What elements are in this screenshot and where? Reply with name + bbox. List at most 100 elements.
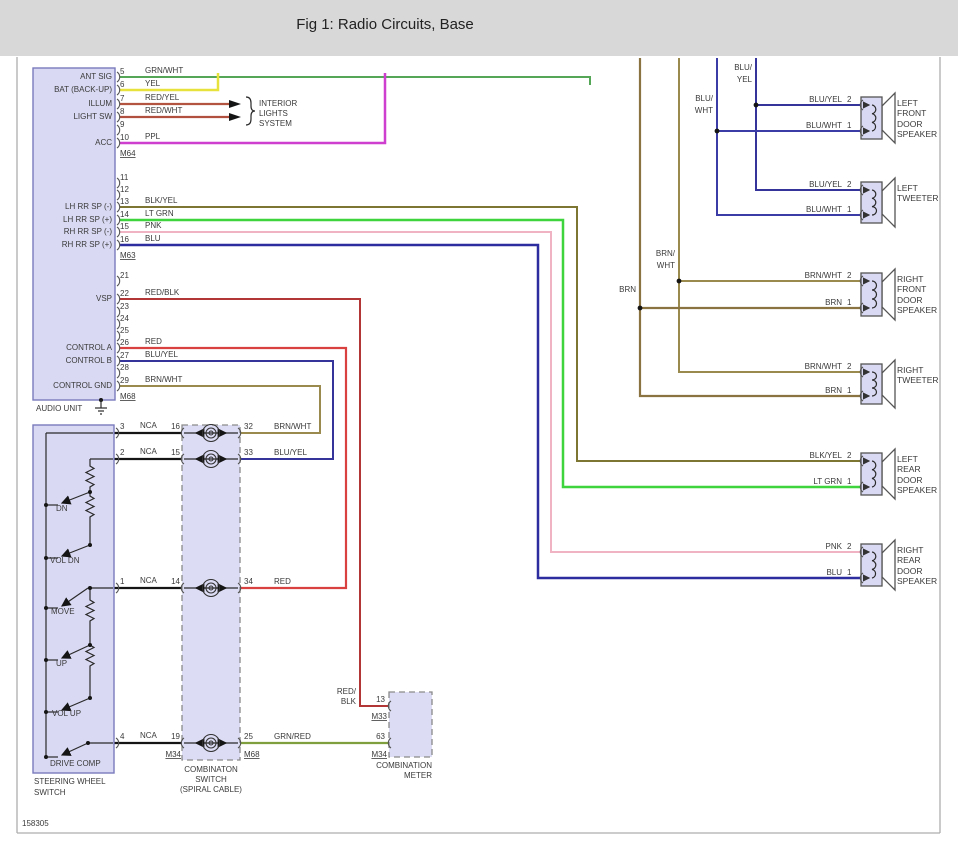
pin-number: 19	[171, 732, 180, 741]
pin-number: 14	[171, 577, 180, 586]
junction-dot	[753, 102, 759, 108]
pin-name: ANT SIG	[80, 72, 112, 81]
pin-number: 1	[847, 477, 852, 486]
pin-number: 2	[847, 95, 852, 104]
wire-label: BRN/WHT	[805, 271, 842, 280]
pin-number: 13	[120, 197, 129, 206]
pin-number: 2	[847, 180, 852, 189]
speaker-name: LEFT	[897, 454, 918, 464]
connector-id-m34: M34	[371, 750, 387, 759]
speaker-name: DOOR	[897, 566, 923, 576]
wire-label: RED/	[337, 687, 357, 696]
wire-label: LT GRN	[813, 477, 842, 486]
speaker-name: RIGHT	[897, 274, 923, 284]
speaker-name: LEFT	[897, 183, 918, 193]
wire-label: BLK/YEL	[145, 196, 178, 205]
wire-label: NCA	[140, 447, 158, 456]
pin-number: 2	[847, 451, 852, 460]
figure-number: 158305	[22, 819, 49, 828]
pin-number: 7	[120, 94, 125, 103]
speaker-name: SPEAKER	[897, 129, 937, 139]
speaker-name: DOOR	[897, 119, 923, 129]
pin-name: LIGHT SW	[73, 112, 112, 121]
pin-number: 1	[847, 205, 852, 214]
wire-label: PPL	[145, 132, 161, 141]
wire-label: BLK	[341, 697, 357, 706]
pin-number: 27	[120, 351, 129, 360]
connector-id-m63: M63	[120, 251, 136, 260]
wire-label: BLU/WHT	[806, 205, 842, 214]
speaker-name: SPEAKER	[897, 485, 937, 495]
wire-label: BLU	[145, 234, 161, 243]
pin-number: 33	[244, 448, 253, 457]
pin-number: 2	[847, 362, 852, 371]
speaker-name: DOOR	[897, 295, 923, 305]
pin-number: 25	[244, 732, 253, 741]
speaker-name: SPEAKER	[897, 576, 937, 586]
switch-label-up: UP	[56, 659, 67, 668]
pin-number: 12	[120, 185, 129, 194]
pin-number: 21	[120, 271, 129, 280]
pin-number: 2	[847, 542, 852, 551]
wire-label: PNK	[145, 221, 162, 230]
speaker-name: RIGHT	[897, 365, 923, 375]
component-name: METER	[404, 771, 432, 780]
component-name: COMBINATON	[184, 765, 238, 774]
junction-dot	[714, 128, 720, 134]
junction-dot	[676, 278, 682, 284]
wire-label: BRN/WHT	[805, 362, 842, 371]
pin-name: CONTROL B	[66, 356, 112, 365]
component-name: SWITCH	[34, 788, 66, 797]
pin-number: 15	[171, 448, 180, 457]
wire-label: BRN	[619, 285, 636, 294]
wire-label: BRN/	[656, 249, 676, 258]
pin-number: 13	[376, 695, 385, 704]
pin-number: 1	[847, 386, 852, 395]
pin-name: CONTROL A	[66, 343, 113, 352]
pin-number: 1	[847, 121, 852, 130]
wire-label: BRN/WHT	[274, 422, 311, 431]
wire-label: YEL	[737, 75, 753, 84]
callout-line: INTERIOR	[259, 99, 297, 108]
wire-label: RED/BLK	[145, 288, 180, 297]
pin-number: 6	[120, 80, 125, 89]
wiring-diagram-page: Fig 1: Radio Circuits, Base 158305 5 6 7…	[0, 0, 958, 848]
pin-number: 63	[376, 732, 385, 741]
pin-number: 32	[244, 422, 253, 431]
pin-number: 16	[171, 422, 180, 431]
wire-label: YEL	[145, 79, 161, 88]
wire-label: BLU/YEL	[809, 95, 842, 104]
wire-label: BLU/	[734, 63, 753, 72]
pin-number: 29	[120, 376, 129, 385]
switch-label-dn: DN	[56, 504, 68, 513]
pin-number: 23	[120, 302, 129, 311]
pin-name: RH RR SP (+)	[62, 240, 113, 249]
pin-number: 34	[244, 577, 253, 586]
speaker-name: RIGHT	[897, 545, 923, 555]
page-title: Fig 1: Radio Circuits, Base	[296, 16, 474, 33]
wire-label: BLU/YEL	[809, 180, 842, 189]
pin-name: VSP	[96, 294, 112, 303]
speaker-name: TWEETER	[897, 193, 939, 203]
wire-label: BRN/WHT	[145, 375, 182, 384]
pin-number: 26	[120, 338, 129, 347]
pin-number: 2	[120, 448, 125, 457]
connector-id-m68: M68	[120, 392, 136, 401]
wire-label: GRN/WHT	[145, 66, 183, 75]
pin-number: 24	[120, 314, 129, 323]
pin-name: CONTROL GND	[53, 381, 112, 390]
pin-number: 2	[847, 271, 852, 280]
callout-line: SYSTEM	[259, 119, 292, 128]
pin-number: 10	[120, 133, 129, 142]
connector-id-m33: M33	[371, 712, 387, 721]
pin-number: 3	[120, 422, 125, 431]
wire-label: LT GRN	[145, 209, 174, 218]
pin-number: 1	[847, 298, 852, 307]
speaker-name: DOOR	[897, 475, 923, 485]
wire-label: BLU	[826, 568, 842, 577]
pin-number: 16	[120, 235, 129, 244]
wire-label: RED/YEL	[145, 93, 180, 102]
pin-name: ILLUM	[88, 99, 112, 108]
pin-number: 5	[120, 67, 125, 76]
switch-label-vol-up: VOL UP	[52, 709, 81, 718]
